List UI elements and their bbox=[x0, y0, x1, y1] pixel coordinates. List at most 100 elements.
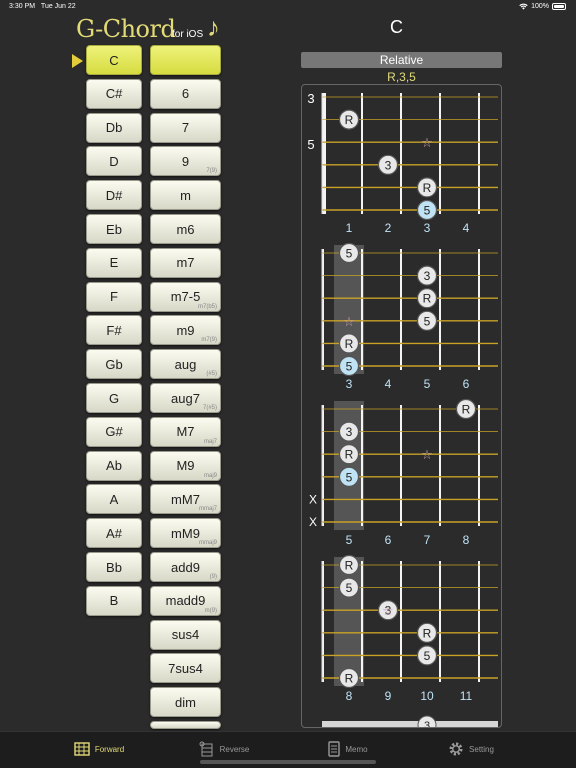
root-button[interactable]: Db bbox=[86, 112, 142, 143]
root-button[interactable]: Bb bbox=[86, 552, 142, 582]
music-note-icon: ♪ bbox=[207, 12, 220, 42]
finger-dot-label: 3 bbox=[385, 158, 392, 172]
finger-dot-label: R bbox=[423, 181, 432, 195]
chord-type-label: mM7 bbox=[171, 491, 200, 507]
fret-bar bbox=[322, 93, 326, 214]
chord-type-label: m7 bbox=[176, 255, 195, 271]
chord-type-label: 9 bbox=[181, 153, 190, 169]
relative-toggle[interactable]: Relative bbox=[301, 52, 502, 68]
chord-type-button[interactable]: sus4 bbox=[150, 619, 221, 650]
selection-arrow-icon bbox=[72, 54, 83, 68]
finger-dot-label: R bbox=[345, 448, 354, 462]
tab-reverse[interactable]: Reverse bbox=[164, 738, 284, 760]
chord-type-alias: maj9 bbox=[203, 472, 217, 479]
fret-number-label: 11 bbox=[460, 689, 473, 703]
chord-type-button[interactable]: M9 maj9 bbox=[150, 450, 221, 481]
root-button[interactable]: A# bbox=[86, 518, 142, 549]
fret-number-label: 8 bbox=[346, 689, 353, 703]
root-button[interactable]: D# bbox=[86, 180, 142, 211]
finger-dot-label: R bbox=[423, 292, 432, 306]
gear-icon bbox=[449, 742, 463, 756]
root-button[interactable]: Eb bbox=[86, 214, 142, 244]
tension-star-mark: ☆ bbox=[382, 604, 394, 619]
chord-type-button[interactable]: mM9 mmaj9 bbox=[150, 518, 221, 549]
fret-number-label: 1 bbox=[346, 221, 353, 235]
root-button[interactable]: G bbox=[86, 383, 142, 413]
chord-type-button[interactable] bbox=[150, 45, 221, 75]
fret-bar bbox=[439, 405, 441, 526]
chord-type-button[interactable]: 7sus4 bbox=[150, 653, 221, 684]
chord-type-button[interactable]: m7-5 m7(b5) bbox=[150, 281, 221, 312]
root-button[interactable]: B bbox=[86, 585, 142, 616]
root-button[interactable]: F bbox=[86, 281, 142, 312]
tab-setting[interactable]: Setting bbox=[411, 738, 531, 760]
fret-bar bbox=[361, 249, 363, 370]
finger-dot-label: R bbox=[345, 113, 354, 127]
finger-dot-label: 5 bbox=[346, 360, 353, 374]
chord-type-button[interactable]: dim bbox=[150, 687, 221, 718]
chord-type-button[interactable]: m7 bbox=[150, 247, 221, 278]
battery-icon bbox=[552, 3, 566, 10]
tab-memo-label: Memo bbox=[345, 744, 368, 754]
fret-bar bbox=[400, 561, 402, 682]
finger-dot-label: R bbox=[345, 672, 354, 686]
chord-type-label: 6 bbox=[181, 86, 190, 102]
chord-type-button[interactable]: aug7 7(#5) bbox=[150, 383, 221, 413]
chord-type-button[interactable]: 9 7(9) bbox=[150, 146, 221, 177]
root-button[interactable]: D bbox=[86, 146, 142, 177]
chord-type-button[interactable]: madd9 m(9) bbox=[150, 585, 221, 616]
app-logo-sub: for iOS bbox=[172, 29, 204, 40]
chord-type-button[interactable]: aug (#5) bbox=[150, 349, 221, 380]
chord-type-button[interactable]: M7 maj7 bbox=[150, 416, 221, 447]
chord-type-button[interactable]: 6 bbox=[150, 78, 221, 109]
finger-dot-label: 3 bbox=[424, 269, 431, 283]
tab-forward-label: Forward bbox=[94, 744, 125, 754]
barre-highlight bbox=[334, 557, 364, 686]
home-indicator bbox=[200, 760, 376, 764]
root-button[interactable]: Gb bbox=[86, 349, 142, 380]
root-button[interactable]: F# bbox=[86, 315, 142, 346]
selected-chord-name: C bbox=[390, 17, 403, 37]
fret-bar bbox=[439, 249, 441, 370]
root-button[interactable]: E bbox=[86, 247, 142, 278]
tab-memo[interactable]: Memo bbox=[288, 738, 408, 760]
fret-number-label: 3 bbox=[346, 377, 353, 391]
root-button[interactable]: G# bbox=[86, 416, 142, 447]
root-button[interactable]: C bbox=[86, 45, 142, 75]
chord-type-button[interactable]: m6 bbox=[150, 214, 221, 244]
root-button[interactable]: C# bbox=[86, 78, 142, 109]
tab-setting-label: Setting bbox=[469, 744, 494, 754]
finger-dot-label: R bbox=[423, 626, 432, 640]
fret-bar bbox=[439, 93, 441, 214]
chord-type-button[interactable]: 7 bbox=[150, 112, 221, 143]
chord-type-button[interactable]: mM7 mmaj7 bbox=[150, 484, 221, 515]
tab-forward[interactable]: Forward bbox=[39, 738, 159, 760]
root-button[interactable]: A bbox=[86, 484, 142, 515]
chord-type-alias: 7(#5) bbox=[202, 405, 217, 411]
chord-type-alias: mmaj9 bbox=[198, 540, 217, 547]
muted-string-mark: X bbox=[309, 492, 317, 506]
chord-type-button[interactable]: m bbox=[150, 180, 221, 211]
chord-diagrams-panel[interactable]: 1 2 3 4 3 5 R 3 ☆ R 5 3 4 5 6 5 3 R ☆ 5 R 5 5 6 7 8 X X R 3 R ☆ 5 8 9 10 11 R… bbox=[301, 84, 502, 728]
chord-type-label: M9 bbox=[176, 458, 195, 474]
chord-type-label: M7 bbox=[176, 424, 195, 440]
tension-star-mark: ☆ bbox=[421, 136, 433, 151]
chord-type-button[interactable]: m9 m7(9) bbox=[150, 315, 221, 346]
tension-star-mark: ☆ bbox=[343, 315, 355, 330]
finger-dot-label: 5 bbox=[424, 204, 431, 218]
chord-type-label: m6 bbox=[176, 221, 195, 237]
chord-type-label: aug bbox=[174, 356, 197, 372]
fret-bar bbox=[400, 405, 402, 526]
fret-bar bbox=[400, 93, 402, 214]
root-button[interactable]: Ab bbox=[86, 450, 142, 481]
chord-type-button[interactable]: add9 (9) bbox=[150, 552, 221, 582]
fret-number-label: 6 bbox=[463, 377, 470, 391]
chord-type-button[interactable] bbox=[150, 721, 221, 729]
muted-string-mark: X bbox=[309, 515, 317, 529]
chord-type-label: add9 bbox=[171, 559, 200, 575]
chord-type-label: 7 bbox=[181, 120, 190, 136]
fret-number-label: 8 bbox=[463, 533, 470, 547]
fret-bar bbox=[361, 561, 363, 682]
fret-bar bbox=[361, 93, 363, 214]
barre-highlight bbox=[334, 245, 364, 374]
